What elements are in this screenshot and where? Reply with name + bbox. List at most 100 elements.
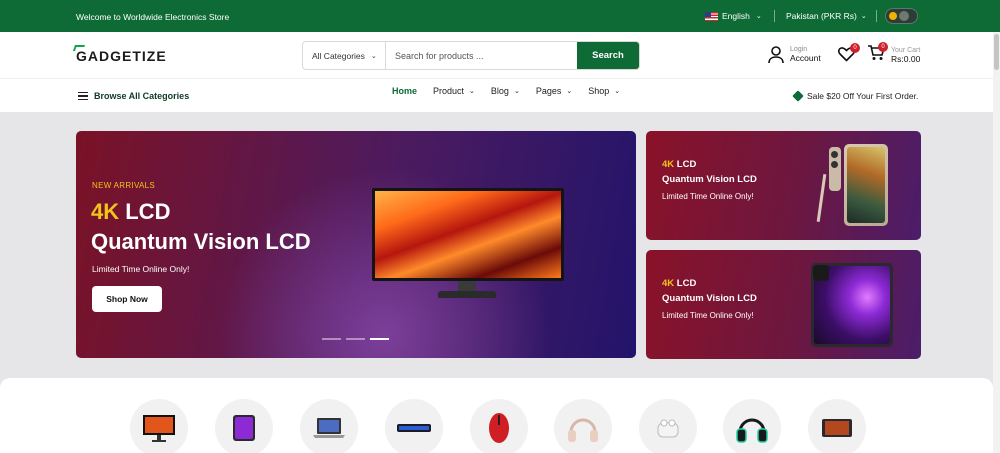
language-selector[interactable]: English ⌄ [705, 11, 762, 21]
us-flag-icon [705, 11, 718, 21]
category-gaming-headset[interactable] [723, 399, 781, 453]
banner-title-line2: Quantum Vision LCD [662, 174, 757, 185]
cart-small-label: Your Cart [891, 46, 921, 54]
chevron-down-icon: ⌄ [469, 88, 475, 95]
chevron-down-icon: ⌄ [370, 52, 377, 60]
account-link[interactable]: Login Account [768, 46, 821, 64]
currency-label: Pakistan (PKR Rs) [786, 11, 857, 21]
logo-text: GADGETIZE [76, 48, 167, 64]
banner-title-accent: 4K [662, 278, 675, 289]
tag-icon [792, 90, 804, 102]
slider-dot-active[interactable] [370, 338, 389, 340]
chevron-down-icon: ⌄ [566, 88, 573, 95]
category-tablet[interactable] [215, 399, 273, 453]
earbuds-icon [657, 419, 679, 438]
account-label: Account [790, 53, 821, 64]
cart-total: Rs:0.00 [891, 53, 921, 64]
banner-title-line2: Quantum Vision LCD [662, 293, 757, 304]
menu: Home Product ⌄ Blog ⌄ Pages ⌄ Shop ⌄ [392, 86, 620, 96]
header: GADGETIZE All Categories ⌄ Search Login … [0, 32, 1000, 78]
category-strip [0, 378, 993, 453]
smartphone-image [844, 144, 888, 226]
browse-label: Browse All Categories [94, 91, 190, 101]
tablet-icon [233, 415, 255, 441]
main-nav: Browse All Categories Home Product ⌄ Blo… [0, 78, 1000, 112]
keyboard-icon [397, 424, 431, 432]
cart-button[interactable]: 0 Your Cart Rs:0.00 [867, 42, 921, 66]
hero-slider[interactable]: NEW ARRIVALS 4K LCD Quantum Vision LCD L… [76, 131, 636, 358]
side-banner-tablet[interactable]: 4K LCD Quantum Vision LCD Limited Time O… [646, 250, 921, 359]
hero-title-accent: 4K [91, 199, 120, 224]
wishlist-count-badge: 0 [850, 43, 860, 53]
category-earbuds[interactable] [639, 399, 697, 453]
monitor-image [372, 188, 564, 281]
nav-item-shop[interactable]: Shop ⌄ [588, 86, 620, 96]
slider-dots [322, 338, 389, 340]
banner-subtitle: Limited Time Online Only! [662, 192, 754, 201]
chevron-down-icon: ⌄ [614, 88, 621, 95]
chevron-down-icon: ⌄ [860, 13, 867, 20]
nav-item-blog[interactable]: Blog ⌄ [491, 86, 520, 96]
category-laptop[interactable] [300, 399, 358, 453]
nav-item-label: Product [433, 86, 465, 96]
divider [774, 10, 775, 22]
gaming-headset-icon [736, 418, 768, 443]
currency-selector[interactable]: Pakistan (PKR Rs) ⌄ [786, 11, 867, 21]
wishlist-button[interactable]: 0 [838, 43, 860, 67]
banner-subtitle: Limited Time Online Only! [662, 311, 754, 320]
category-headphones[interactable] [554, 399, 612, 453]
nav-item-pages[interactable]: Pages ⌄ [536, 86, 572, 96]
nav-item-label: Shop [588, 86, 610, 96]
chevron-down-icon: ⌄ [755, 13, 762, 20]
tablet-camera [813, 265, 829, 281]
search-button[interactable]: Search [577, 42, 639, 69]
search-input[interactable] [386, 42, 577, 69]
slider-dot[interactable] [346, 338, 365, 340]
hero-title: 4K LCD [91, 199, 170, 225]
cart-count-badge: 0 [878, 42, 888, 52]
banner-title-rest: LCD [674, 159, 697, 170]
language-label: English [722, 11, 750, 21]
phone-back-image [829, 147, 841, 191]
nav-item-home[interactable]: Home [392, 86, 417, 96]
hamburger-icon [78, 92, 88, 100]
search-bar: All Categories ⌄ Search [302, 41, 640, 70]
nav-item-label: Blog [490, 86, 509, 96]
category-select[interactable]: All Categories ⌄ [303, 42, 386, 69]
divider [876, 10, 877, 22]
monitor-icon [143, 415, 175, 442]
hero-kicker: NEW ARRIVALS [92, 181, 156, 190]
sun-icon [889, 12, 897, 20]
user-icon [768, 46, 784, 64]
category-drawing-tablet[interactable] [808, 399, 866, 453]
welcome-text: Welcome to Worldwide Electronics Store [76, 12, 230, 22]
shop-now-button[interactable]: Shop Now [92, 286, 162, 312]
stylus-image [816, 174, 827, 222]
nav-item-product[interactable]: Product ⌄ [433, 86, 475, 96]
hero-title-rest: LCD [119, 199, 171, 224]
slider-dot[interactable] [322, 338, 341, 340]
banner-title: 4K LCD [662, 159, 696, 170]
headphones-icon [568, 418, 598, 442]
banner-title-rest: LCD [674, 278, 697, 289]
chevron-down-icon: ⌄ [513, 88, 520, 95]
scrollbar-thumb[interactable] [994, 34, 999, 70]
category-keyboard[interactable] [385, 399, 443, 453]
promo-link[interactable]: Sale $20 Off Your First Order. [792, 90, 919, 102]
drawing-tablet-icon [822, 419, 852, 437]
hero-subtitle: Limited Time Online Only! [92, 264, 190, 274]
banner-title: 4K LCD [662, 278, 696, 289]
logo[interactable]: GADGETIZE [72, 45, 167, 64]
mouse-icon [489, 413, 509, 443]
category-monitor[interactable] [130, 399, 188, 453]
promo-text: Sale $20 Off Your First Order. [807, 91, 919, 101]
laptop-icon [313, 418, 345, 438]
category-mouse[interactable] [470, 399, 528, 453]
browse-categories-button[interactable]: Browse All Categories [78, 91, 189, 101]
page-scrollbar[interactable] [993, 32, 1000, 453]
toggle-knob [899, 11, 909, 21]
banner-title-accent: 4K [662, 159, 675, 170]
theme-toggle[interactable] [885, 8, 918, 24]
category-select-label: All Categories [312, 50, 365, 61]
side-banner-phone[interactable]: 4K LCD Quantum Vision LCD Limited Time O… [646, 131, 921, 240]
